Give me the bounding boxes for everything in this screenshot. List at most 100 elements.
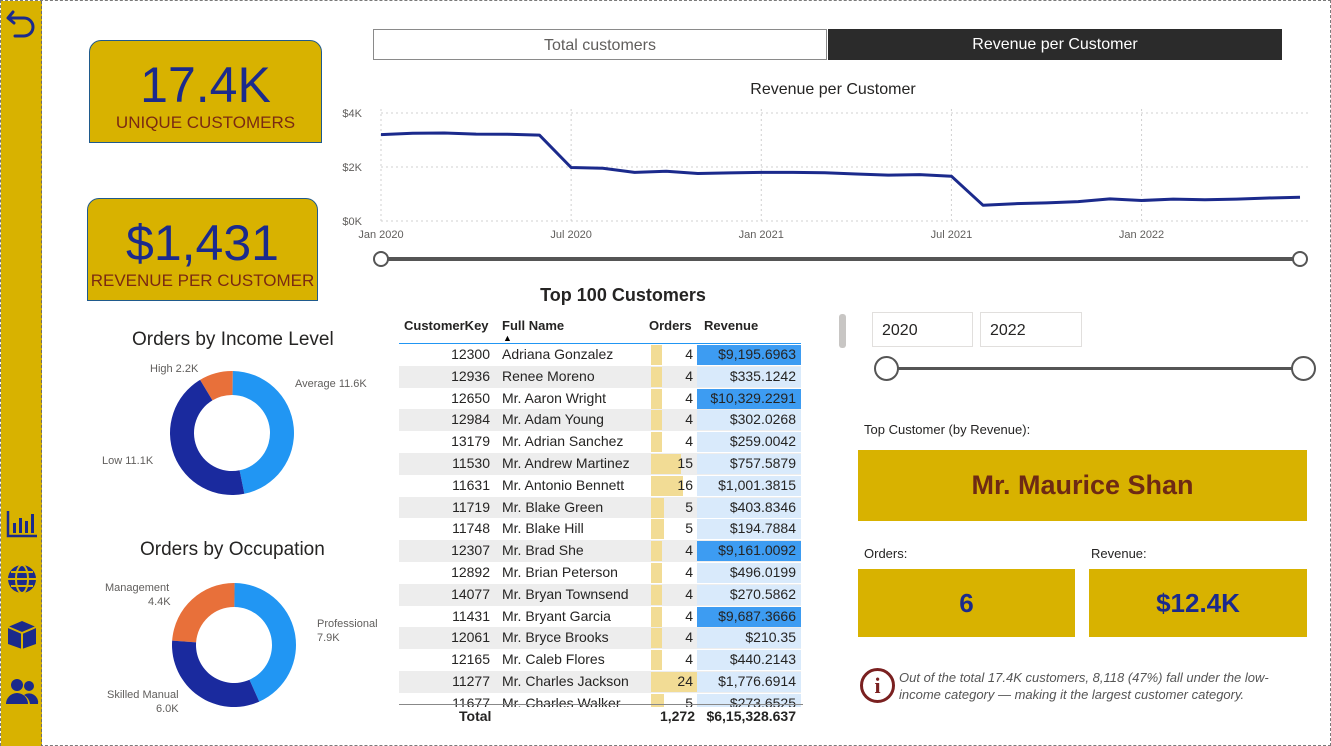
orders-databar (651, 366, 662, 387)
header-customerkey[interactable]: CustomerKey (404, 318, 489, 333)
table-totals-row: Total 1,272 $6,15,328.637 (399, 704, 803, 726)
cell-revenue: $194.7884 (729, 520, 796, 537)
table-row[interactable]: 11431 Mr. Bryant Garcia 4 $9,687.3666 (399, 606, 801, 628)
top-customer-name: Mr. Maurice Shan (858, 450, 1307, 521)
revenue-series-line (380, 131, 1301, 207)
globe-icon[interactable] (4, 561, 40, 597)
income-chart-title: Orders by Income Level (132, 329, 334, 350)
revenue-line-chart: Revenue per Customer $0K$2K$4K Jan 2020 J… (342, 81, 1310, 267)
tab-total-customers[interactable]: Total customers (373, 29, 827, 60)
chart-gridlines (380, 109, 1310, 222)
year-to-input[interactable]: 2022 (980, 312, 1082, 347)
chart-x-tick-label: Jan 2020 (358, 229, 403, 241)
cell-customerkey: 11719 (452, 498, 490, 515)
occupation-chart-title: Orders by Occupation (140, 539, 325, 560)
unique-customers-label: UNIQUE CUSTOMERS (115, 113, 296, 132)
cell-orders: 5 (685, 520, 693, 537)
income-label-low: Low 11.1K (102, 455, 154, 467)
cell-full-name: Mr. Brad She (502, 542, 584, 559)
cell-full-name: Mr. Bryant Garcia (502, 607, 611, 624)
cell-full-name: Mr. Bryce Brooks (502, 629, 609, 646)
cell-orders: 5 (685, 498, 693, 515)
year-slider-track[interactable] (887, 367, 1303, 370)
header-full-name[interactable]: Full Name (502, 318, 564, 333)
cell-full-name: Mr. Adam Young (502, 411, 604, 428)
donut-occupation-slice-1[interactable] (172, 583, 235, 643)
cell-full-name: Mr. Caleb Flores (502, 651, 605, 668)
donut-occupation-slice-3[interactable] (171, 640, 260, 707)
table-row[interactable]: 12984 Mr. Adam Young 4 $302.0268 (399, 409, 801, 432)
table-row[interactable]: 12936 Renee Moreno 4 $335.1242 (399, 365, 801, 388)
table-row[interactable]: 11631 Mr. Antonio Bennett 16 $1,001.3815 (399, 475, 801, 497)
table-row[interactable]: 14077 Mr. Bryan Townsend 4 $270.5862 (399, 583, 801, 606)
cell-revenue: $440.2143 (729, 651, 796, 668)
table-scrollbar[interactable] (839, 314, 846, 348)
table-row[interactable]: 11719 Mr. Blake Green 5 $403.8346 (399, 496, 801, 519)
chart-x-ticks: Jan 2020 Jul 2020 Jan 2021 Jul 2021 Jan 2022 (358, 229, 1164, 241)
donut-income-slice-3[interactable] (170, 379, 245, 495)
dashboard: 17.4K UNIQUE CUSTOMERS $1,431 REVENUE PE… (0, 0, 1331, 746)
header-revenue[interactable]: Revenue (704, 318, 758, 333)
income-label-high: High 2.2K (150, 363, 199, 375)
year-slider-start-handle[interactable] (874, 356, 899, 381)
total-label: Total (459, 708, 492, 724)
total-revenue: $6,15,328.637 (706, 708, 796, 724)
cell-customerkey: 12165 (451, 651, 490, 668)
cell-customerkey: 11431 (452, 607, 490, 624)
cell-full-name: Mr. Antonio Bennett (502, 476, 625, 493)
cell-customerkey: 12936 (451, 367, 490, 384)
date-range-slider-start-handle[interactable] (373, 251, 389, 267)
tab-revenue-per-customer[interactable]: Revenue per Customer (828, 29, 1282, 60)
sort-ascending-icon: ▲ (503, 333, 512, 343)
cell-orders: 24 (677, 673, 693, 689)
info-note: Out of the total 17.4K customers, 8,118 … (899, 670, 1269, 702)
table-row[interactable]: 12650 Mr. Aaron Wright 4 $10,329.2291 (399, 388, 801, 410)
table-row[interactable]: 12892 Mr. Brian Peterson 4 $496.0199 (399, 562, 801, 584)
table-row[interactable]: 12061 Mr. Bryce Brooks 4 $210.35 (399, 627, 801, 650)
cell-revenue: $10,329.2291 (710, 389, 796, 406)
occupation-donut (171, 583, 296, 707)
donut-income-slice-2[interactable] (232, 371, 294, 494)
header-orders[interactable]: Orders (649, 318, 692, 333)
year-slider-end-handle[interactable] (1291, 356, 1316, 381)
cell-customerkey: 12984 (451, 411, 490, 428)
cell-revenue: $1,776.6914 (718, 673, 796, 689)
income-label-average: Average 11.6K (295, 378, 367, 390)
top-customer-orders: 6 (858, 569, 1075, 637)
cell-orders: 4 (685, 651, 693, 668)
table-row[interactable]: 12300 Adriana Gonzalez 4 $9,195.6963 (399, 344, 801, 366)
year-from-input[interactable]: 2020 (872, 312, 973, 347)
cell-full-name: Renee Moreno (502, 367, 595, 384)
cell-revenue: $335.1242 (729, 367, 796, 384)
table-row[interactable]: 11530 Mr. Andrew Martinez 15 $757.5879 (399, 453, 801, 475)
cell-revenue: $757.5879 (729, 455, 796, 471)
table-row[interactable]: 13179 Mr. Adrian Sanchez 4 $259.0042 (399, 431, 801, 453)
orders-databar (651, 388, 662, 409)
table-row[interactable]: 12165 Mr. Caleb Flores 4 $440.2143 (399, 649, 801, 671)
chart-x-tick-label: Jul 2021 (931, 229, 973, 241)
unique-customers-value: 17.4K (140, 57, 271, 113)
cell-revenue: $1,001.3815 (718, 476, 796, 493)
chart-y-tick-label: $4K (342, 108, 362, 120)
cell-orders: 4 (685, 346, 693, 362)
top-customer-revenue: $12.4K (1089, 569, 1307, 637)
customers-table[interactable]: CustomerKey Full Name ▲ Orders Revenue 1… (399, 315, 803, 707)
table-body: 12300 Adriana Gonzalez 4 $9,195.6963 12936 Re… (399, 344, 803, 707)
table-row[interactable]: 12307 Mr. Brad She 4 $9,161.0092 (399, 540, 801, 562)
bar-chart-icon[interactable] (4, 505, 40, 541)
cell-orders: 15 (677, 455, 693, 471)
cell-revenue: $9,161.0092 (718, 542, 796, 559)
chart-x-tick-label: Jan 2021 (739, 229, 784, 241)
cell-customerkey: 11277 (452, 673, 490, 689)
cell-customerkey: 11631 (452, 476, 490, 493)
occupation-value-skilled-manual: 6.0K (156, 703, 179, 715)
box-icon[interactable] (4, 616, 40, 652)
table-title: Top 100 Customers (540, 285, 706, 305)
back-arrow-icon[interactable] (4, 5, 40, 41)
table-row[interactable]: 11748 Mr. Blake Hill 5 $194.7884 (399, 518, 801, 540)
users-icon[interactable] (4, 673, 40, 709)
date-range-slider-end-handle[interactable] (1292, 251, 1308, 267)
cell-customerkey: 11748 (452, 520, 490, 537)
table-row[interactable]: 11277 Mr. Charles Jackson 24 $1,776.6914 (399, 671, 801, 693)
occupation-label-management: Management (105, 582, 170, 594)
